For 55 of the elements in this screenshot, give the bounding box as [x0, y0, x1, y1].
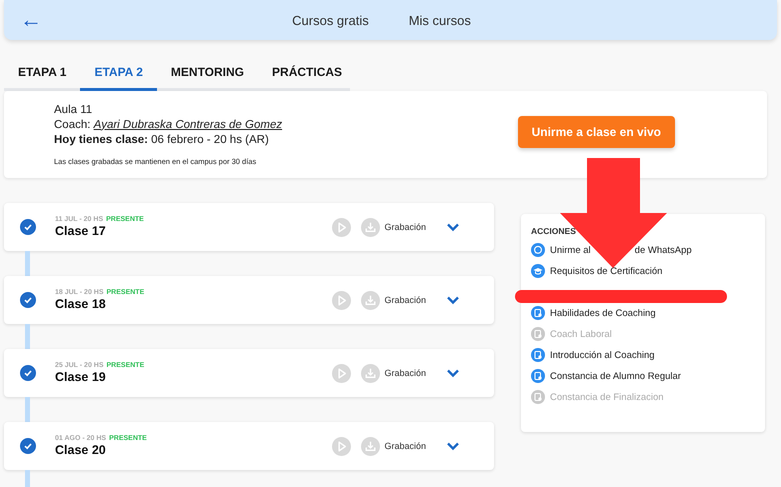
- chevron-down-icon[interactable]: [446, 441, 460, 451]
- lesson-title: Clase 19: [55, 370, 107, 384]
- action-link[interactable]: Habilidades de Coaching: [531, 305, 755, 321]
- timeline-connector: [25, 251, 30, 276]
- download-icon[interactable]: [361, 290, 380, 310]
- document-icon: [531, 306, 545, 320]
- chevron-down-icon[interactable]: [446, 222, 460, 232]
- play-icon[interactable]: [332, 218, 352, 236]
- play-icon[interactable]: [332, 436, 352, 456]
- recording-label[interactable]: Grabación: [384, 368, 426, 378]
- recording-label[interactable]: Grabación: [384, 295, 426, 305]
- arrow-shaft: [587, 158, 640, 214]
- timeline-connector: [25, 324, 30, 349]
- tab[interactable]: PRÁCTICAS: [258, 56, 356, 91]
- play-icon[interactable]: [332, 290, 352, 310]
- document-icon: [531, 327, 545, 341]
- coach-label: Coach:: [54, 118, 90, 130]
- action-link[interactable]: Unirme al de WhatsApp: [531, 242, 755, 258]
- chevron-down-icon[interactable]: [446, 295, 460, 305]
- nav-link[interactable]: Mis cursos: [408, 12, 471, 28]
- lesson-title: Clase 18: [55, 297, 107, 311]
- room-label: Aula 11: [54, 104, 94, 116]
- download-icon[interactable]: [361, 364, 380, 382]
- action-label: Requisitos de Certificación: [550, 266, 662, 276]
- nav-link[interactable]: Cursos gratis: [292, 12, 369, 28]
- recording-label[interactable]: Grabación: [384, 441, 426, 451]
- tab[interactable]: ETAPA 1: [4, 56, 80, 91]
- action-link[interactable]: Introducción al Coaching: [531, 347, 755, 363]
- coach-link[interactable]: Ayari Dubraska Contreras de Gomez: [94, 118, 282, 130]
- whatsapp-icon: [531, 243, 545, 257]
- lesson-title: Clase 17: [55, 224, 107, 238]
- schedule-text: Hoy tienes clase: 06 febrero - 20 hs (AR): [54, 134, 270, 146]
- action-link[interactable]: Requisitos de Certificación: [531, 263, 755, 279]
- action-link[interactable]: Constancia de Alumno Regular: [531, 368, 755, 384]
- action-label: Constancia de Alumno Regular: [550, 370, 681, 382]
- document-icon: [531, 369, 545, 383]
- back-button[interactable]: ←: [20, 9, 42, 31]
- action-label: Habilidades de Coaching: [550, 308, 656, 318]
- action-label: Unirme al: [550, 244, 591, 256]
- timeline-connector: [25, 397, 30, 422]
- play-icon[interactable]: [332, 364, 352, 382]
- download-icon[interactable]: [361, 218, 380, 236]
- action-label: de WhatsApp: [634, 244, 692, 256]
- action-label: Constancia de Finalizacion: [550, 392, 664, 402]
- action-label: Coach Laboral: [550, 328, 612, 340]
- lesson-title: Clase 20: [55, 443, 107, 457]
- panel-title: ACCIONES: [531, 226, 576, 236]
- document-icon: [531, 390, 545, 404]
- tab[interactable]: MENTORING: [156, 56, 258, 91]
- chevron-down-icon[interactable]: [446, 368, 460, 378]
- action-label: Introducción al Coaching: [550, 350, 655, 360]
- recording-label[interactable]: Grabación: [384, 222, 426, 232]
- document-icon: [531, 348, 545, 362]
- download-icon[interactable]: [361, 436, 380, 456]
- graduation-cap-icon: [531, 264, 545, 278]
